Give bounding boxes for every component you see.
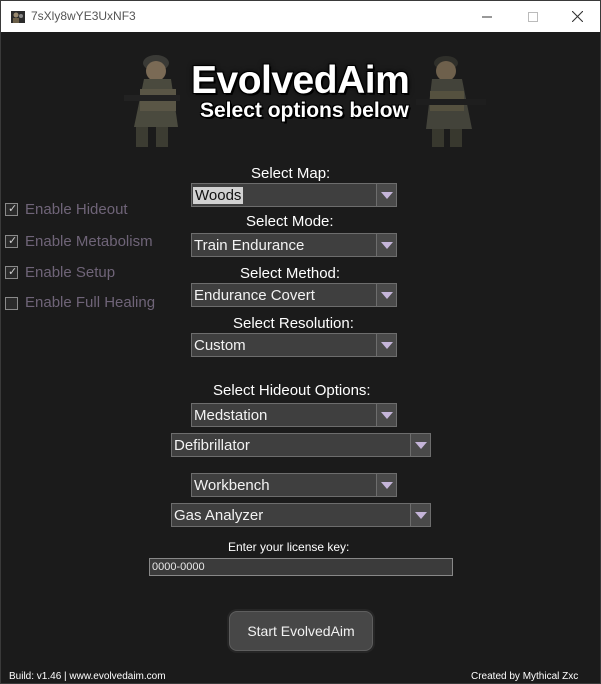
- select-mode-label: Select Mode:: [246, 213, 334, 230]
- chevron-down-icon[interactable]: [376, 184, 396, 206]
- map-dropdown[interactable]: Woods: [191, 183, 397, 207]
- select-method-label: Select Method:: [240, 265, 341, 282]
- chevron-down-icon[interactable]: [376, 234, 396, 256]
- logo-title: EvolvedAim: [191, 59, 410, 102]
- enable-setup-checkbox[interactable]: ✓: [5, 266, 18, 279]
- method-value: Endurance Covert: [194, 287, 315, 304]
- mode-dropdown[interactable]: Train Endurance: [191, 233, 397, 257]
- check-mark-icon: ✓: [8, 235, 18, 247]
- check-mark-icon: ✓: [8, 266, 18, 278]
- credit-text: Created by Mythical Zxc: [471, 671, 579, 682]
- window-title: 7sXly8wYE3UxNF3: [31, 9, 136, 23]
- logo-subtitle: Select options below: [200, 99, 409, 122]
- app-icon: [11, 11, 25, 23]
- title-bar: 7sXly8wYE3UxNF3: [1, 1, 600, 32]
- chevron-down-icon[interactable]: [410, 504, 430, 526]
- select-hideout-options-label: Select Hideout Options:: [213, 382, 371, 399]
- enable-full-healing-checkbox[interactable]: [5, 297, 18, 310]
- hideout-item-2-value: Gas Analyzer: [174, 507, 264, 524]
- enable-hideout-checkbox[interactable]: ✓: [5, 203, 18, 216]
- resolution-dropdown[interactable]: Custom: [191, 333, 397, 357]
- close-button[interactable]: [554, 1, 600, 32]
- chevron-down-icon[interactable]: [376, 474, 396, 496]
- app-window: 7sXly8wYE3UxNF3 EvolvedAim Select option…: [0, 0, 601, 684]
- chevron-down-icon[interactable]: [376, 284, 396, 306]
- license-key-input[interactable]: [149, 558, 453, 576]
- license-key-label: Enter your license key:: [228, 540, 350, 554]
- enable-metabolism-label[interactable]: Enable Metabolism: [25, 233, 153, 250]
- chevron-down-icon[interactable]: [376, 404, 396, 426]
- hideout-item-1-dropdown[interactable]: Defibrillator: [171, 433, 431, 457]
- minimize-icon: [482, 16, 492, 17]
- chevron-down-icon[interactable]: [376, 334, 396, 356]
- enable-setup-label[interactable]: Enable Setup: [25, 264, 115, 281]
- hideout-station-2-dropdown[interactable]: Workbench: [191, 473, 397, 497]
- enable-hideout-label[interactable]: Enable Hideout: [25, 201, 128, 218]
- select-resolution-label: Select Resolution:: [233, 315, 354, 332]
- hideout-station-1-dropdown[interactable]: Medstation: [191, 403, 397, 427]
- close-icon: [571, 11, 583, 22]
- enable-full-healing-label[interactable]: Enable Full Healing: [25, 294, 155, 311]
- check-mark-icon: ✓: [8, 203, 18, 215]
- resolution-value: Custom: [194, 337, 246, 354]
- map-value: Woods: [193, 187, 244, 204]
- maximize-button[interactable]: [510, 1, 556, 32]
- hideout-station-2-value: Workbench: [194, 477, 270, 494]
- select-map-label: Select Map:: [251, 165, 331, 182]
- build-info: Build: v1.46 | www.evolvedaim.com: [9, 671, 166, 682]
- minimize-button[interactable]: [464, 1, 510, 32]
- maximize-icon: [528, 11, 538, 22]
- hideout-item-2-dropdown[interactable]: Gas Analyzer: [171, 503, 431, 527]
- enable-metabolism-checkbox[interactable]: ✓: [5, 235, 18, 248]
- hideout-item-1-value: Defibrillator: [174, 437, 250, 454]
- start-button[interactable]: Start EvolvedAim: [229, 611, 373, 651]
- mode-value: Train Endurance: [194, 237, 305, 254]
- chevron-down-icon[interactable]: [410, 434, 430, 456]
- hideout-station-1-value: Medstation: [194, 407, 268, 424]
- method-dropdown[interactable]: Endurance Covert: [191, 283, 397, 307]
